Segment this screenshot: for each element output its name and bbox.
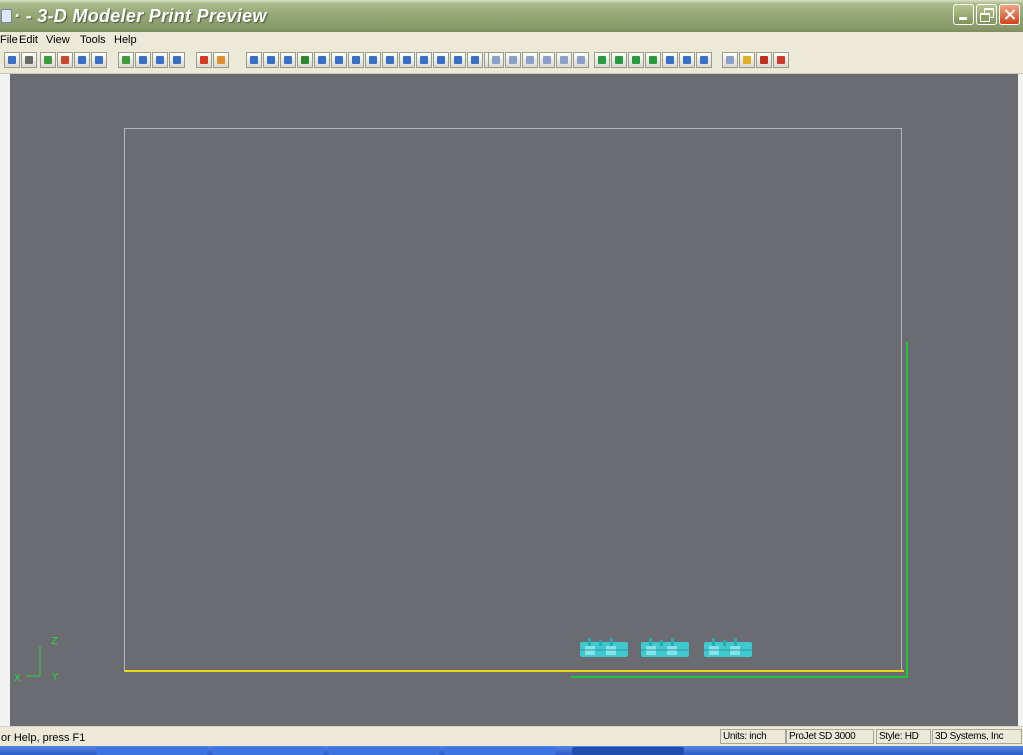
- model-part-3[interactable]: [703, 638, 753, 658]
- taskbar-button-2[interactable]: [212, 747, 324, 755]
- view-iso4-icon[interactable]: [416, 52, 432, 68]
- import-icon[interactable]: [40, 52, 56, 68]
- axis-x-label: X: [14, 673, 21, 684]
- status-help-text: or Help, press F1: [1, 732, 86, 744]
- right-edge: [1018, 74, 1023, 726]
- toolbar-group-layout: [488, 52, 589, 69]
- title-bar[interactable]: · - 3-D Modeler Print Preview: [0, 0, 1023, 32]
- toolbar-group-file: [4, 52, 37, 69]
- menu-tools[interactable]: Tools: [80, 34, 106, 46]
- status-printer: ProJet SD 3000: [786, 729, 874, 744]
- restore-button[interactable]: [976, 4, 997, 25]
- toolbar: [0, 49, 1023, 74]
- delete-icon[interactable]: [57, 52, 73, 68]
- toolbar-group-edit: [40, 52, 107, 69]
- exit-icon[interactable]: [773, 52, 789, 68]
- menu-bar: File Edit View Tools Help: [0, 32, 1023, 49]
- window-title: · - 3-D Modeler Print Preview: [14, 6, 267, 26]
- status-units: Units: inch: [720, 729, 786, 744]
- view-back-icon[interactable]: [263, 52, 279, 68]
- check-7-icon[interactable]: [696, 52, 712, 68]
- toolbar-group-zoom: [152, 52, 185, 69]
- check-2-icon[interactable]: [611, 52, 627, 68]
- paste-icon[interactable]: [91, 52, 107, 68]
- layout-5-icon[interactable]: [556, 52, 572, 68]
- toolbar-group-misc: [722, 52, 789, 69]
- toolbar-group-view: [246, 52, 500, 69]
- copy-icon[interactable]: [74, 52, 90, 68]
- check-3-icon[interactable]: [628, 52, 644, 68]
- view-iso3-icon[interactable]: [399, 52, 415, 68]
- menu-help[interactable]: Help: [114, 34, 137, 46]
- stop-icon[interactable]: [196, 52, 212, 68]
- menu-file[interactable]: File: [0, 34, 18, 46]
- model-part-2[interactable]: [640, 638, 690, 658]
- app-window: · - 3-D Modeler Print Preview File Edit …: [0, 0, 1023, 755]
- left-edge: [0, 74, 10, 726]
- close-button[interactable]: [999, 4, 1020, 25]
- status-bar: or Help, press F1 Units: inch ProJet SD …: [0, 726, 1023, 747]
- status-style: Style: HD: [876, 729, 931, 744]
- axis-z-label: Z: [51, 636, 58, 647]
- layout-4-icon[interactable]: [539, 52, 555, 68]
- check-4-icon[interactable]: [645, 52, 661, 68]
- book-icon[interactable]: [756, 52, 772, 68]
- check-5-icon[interactable]: [662, 52, 678, 68]
- rotate-icon[interactable]: [433, 52, 449, 68]
- check-1-icon[interactable]: [594, 52, 610, 68]
- view-iso-icon[interactable]: [365, 52, 381, 68]
- select-icon[interactable]: [450, 52, 466, 68]
- toolbar-group-print: [196, 52, 229, 69]
- build-bound-horizontal: [571, 676, 908, 678]
- status-company: 3D Systems, Inc: [932, 729, 1022, 744]
- taskbar-button-4[interactable]: [444, 747, 556, 755]
- taskbar-button-1[interactable]: [96, 747, 208, 755]
- layout-2-icon[interactable]: [505, 52, 521, 68]
- layout-6-icon[interactable]: [573, 52, 589, 68]
- print-icon[interactable]: [213, 52, 229, 68]
- open-icon[interactable]: [4, 52, 20, 68]
- view-iso2-icon[interactable]: [382, 52, 398, 68]
- pan-icon[interactable]: [297, 52, 313, 68]
- view-top-icon[interactable]: [331, 52, 347, 68]
- minimize-button[interactable]: [953, 4, 974, 25]
- model-part-1[interactable]: [579, 638, 629, 658]
- view-front-icon[interactable]: [246, 52, 262, 68]
- arrange-icon[interactable]: [135, 52, 151, 68]
- settings-icon[interactable]: [722, 52, 738, 68]
- check-6-icon[interactable]: [679, 52, 695, 68]
- save-icon[interactable]: [21, 52, 37, 68]
- build-bound-vertical: [906, 342, 908, 678]
- report-icon[interactable]: [739, 52, 755, 68]
- layout-1-icon[interactable]: [488, 52, 504, 68]
- measure-icon[interactable]: [467, 52, 483, 68]
- app-icon[interactable]: [1, 9, 12, 23]
- toolbar-group-place: [118, 52, 151, 69]
- view-right-icon[interactable]: [314, 52, 330, 68]
- build-area-outline: [124, 128, 902, 672]
- place-icon[interactable]: [118, 52, 134, 68]
- taskbar: [0, 746, 1023, 755]
- taskbar-button-active[interactable]: [572, 747, 684, 755]
- view-bottom-icon[interactable]: [348, 52, 364, 68]
- menu-view[interactable]: View: [46, 34, 70, 46]
- build-platform-edge: [124, 670, 904, 672]
- zoom-fit-icon[interactable]: [169, 52, 185, 68]
- layout-3-icon[interactable]: [522, 52, 538, 68]
- axis-y-label: Y: [52, 672, 59, 683]
- menu-edit[interactable]: Edit: [19, 34, 38, 46]
- axis-triad: Z X Y: [14, 636, 64, 684]
- zoom-icon[interactable]: [152, 52, 168, 68]
- view-left-icon[interactable]: [280, 52, 296, 68]
- toolbar-group-check: [594, 52, 712, 69]
- taskbar-button-3[interactable]: [328, 747, 440, 755]
